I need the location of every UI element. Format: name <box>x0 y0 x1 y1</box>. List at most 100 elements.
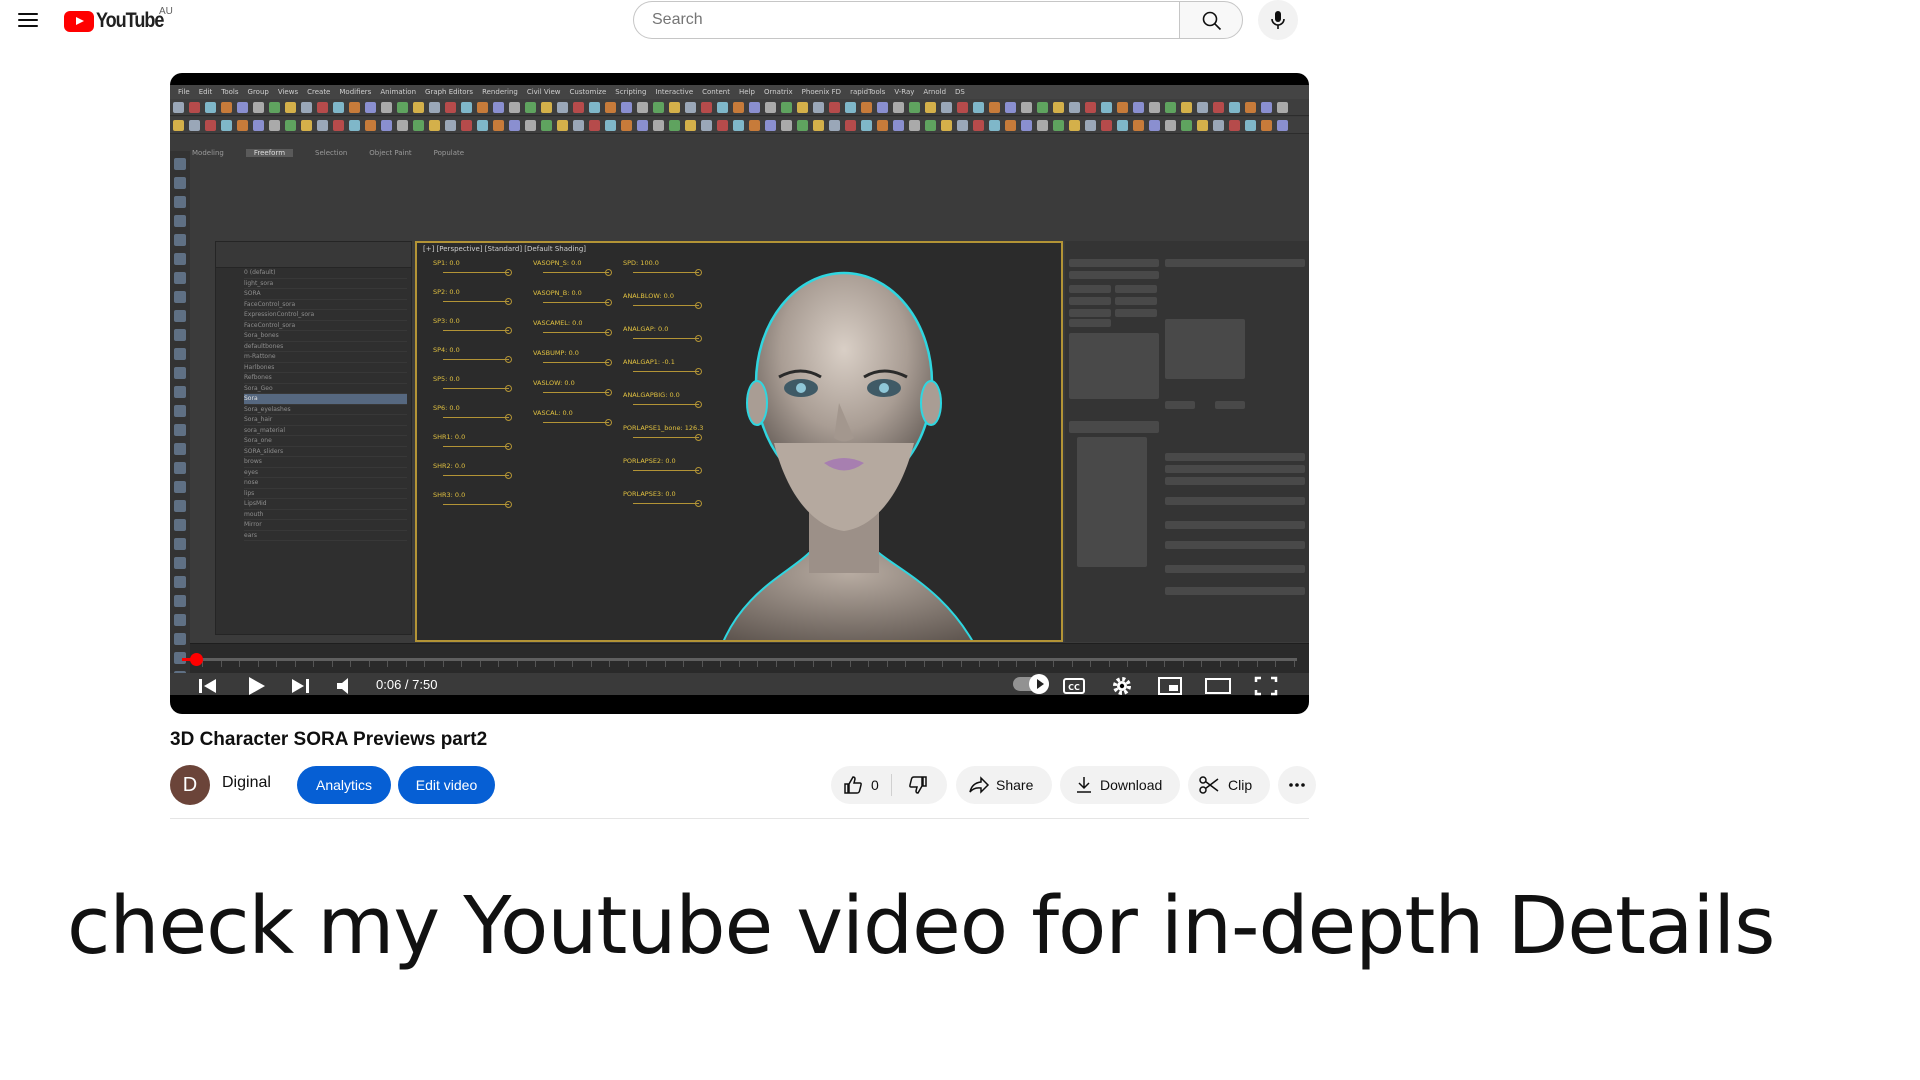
app-toolbar-icon <box>221 102 232 113</box>
more-actions-button[interactable] <box>1278 766 1316 804</box>
timeline-tick <box>794 661 795 667</box>
timeline-tick <box>720 661 721 667</box>
next-button[interactable] <box>286 670 314 702</box>
video-progress-bar[interactable] <box>182 658 1297 661</box>
scene-row: SORA <box>244 289 407 300</box>
morph-slider: SHR1: 0.0 <box>433 433 515 457</box>
app-toolbar-icon <box>1069 120 1080 131</box>
more-horizontal-icon <box>1289 783 1305 787</box>
timeline-tick <box>294 661 296 667</box>
search-icon <box>1202 11 1222 31</box>
timeline-tick <box>1219 661 1221 667</box>
search-button[interactable] <box>1179 1 1243 39</box>
scene-explorer-header <box>216 242 411 268</box>
fullscreen-button[interactable] <box>1252 670 1280 702</box>
subtitles-button[interactable]: CC <box>1060 670 1088 702</box>
closed-captions-icon: CC <box>1063 678 1085 694</box>
command-panel-control <box>1165 465 1305 473</box>
like-count: 0 <box>871 777 879 793</box>
command-panel-control <box>1077 437 1147 567</box>
character-head-render <box>722 271 974 640</box>
scene-row: m-Rattone <box>244 352 407 363</box>
app-toolbar-icon <box>1085 102 1096 113</box>
timeline-tick <box>627 661 629 667</box>
app-toolbar-2 <box>170 117 1309 134</box>
edit-video-button[interactable]: Edit video <box>398 766 495 804</box>
ribbon-tabs: Modeling Freeform Selection Object Paint Pop… <box>192 149 592 161</box>
morph-slider: VASCAL: 0.0 <box>533 409 615 433</box>
app-toolbar-icon <box>1053 120 1064 131</box>
app-toolbar-icon <box>397 120 408 131</box>
ribbon-tab: Freeform <box>245 149 294 157</box>
voice-search-button[interactable] <box>1258 0 1298 40</box>
app-toolbar-icon <box>797 102 808 113</box>
app-toolbar-icon <box>573 102 584 113</box>
app-toolbar-icon <box>701 102 712 113</box>
app-toolbar-icon <box>877 120 888 131</box>
app-toolbar-icon <box>253 102 264 113</box>
miniplayer-button[interactable] <box>1156 670 1184 702</box>
timeline-tick <box>257 661 259 667</box>
app-toolbar-icon <box>669 102 680 113</box>
morph-slider-label: SP3: 0.0 <box>433 317 460 325</box>
morph-slider-label: SP4: 0.0 <box>433 346 460 354</box>
app-toolbar-icon <box>621 120 632 131</box>
youtube-logo[interactable]: YouTube <box>64 9 174 33</box>
app-toolbar-icon <box>1085 120 1096 131</box>
app-toolbar-icon <box>429 102 440 113</box>
app-toolbar-icon <box>301 102 312 113</box>
app-menu-item: Ornatrix <box>763 88 793 96</box>
app-toolbar-icon <box>1277 120 1288 131</box>
share-button[interactable]: Share <box>956 766 1052 804</box>
search-input[interactable] <box>633 1 1179 39</box>
app-toolbar-icon <box>1101 120 1112 131</box>
app-toolbar-icon <box>189 102 200 113</box>
timeline-tick <box>831 661 832 667</box>
command-panel-control <box>1215 401 1245 409</box>
app-toolbar-icon <box>1149 102 1160 113</box>
app-toolbar-icon <box>1069 102 1080 113</box>
app-side-tool-icon <box>174 481 186 493</box>
ribbon-tab: Object Paint <box>369 149 412 157</box>
timeline-tick <box>1127 661 1128 667</box>
command-panel-control <box>1069 333 1159 399</box>
app-menu-item: Content <box>702 88 730 96</box>
play-button[interactable] <box>242 670 270 702</box>
timeline-tick <box>757 661 758 667</box>
app-toolbar-icon <box>285 102 296 113</box>
dislike-button[interactable] <box>892 766 947 804</box>
hamburger-menu-icon[interactable] <box>14 6 42 34</box>
app-toolbar-icon <box>445 102 456 113</box>
video-player[interactable]: File Edit Tools Group Views Create Modifiers An… <box>170 73 1309 714</box>
app-toolbar-icon <box>573 120 584 131</box>
app-toolbar-icon <box>925 120 936 131</box>
morph-slider-track <box>443 327 512 334</box>
app-toolbar-icon <box>173 102 184 113</box>
autoplay-toggle[interactable] <box>1013 674 1049 694</box>
clip-button[interactable]: Clip <box>1188 766 1270 804</box>
mute-button[interactable] <box>332 670 360 702</box>
app-toolbar-icon <box>1197 120 1208 131</box>
next-icon <box>292 679 309 693</box>
timeline-tick <box>960 661 962 667</box>
app-side-tool-icon <box>174 253 186 265</box>
timeline-tick <box>1034 661 1036 667</box>
app-toolbar-icon <box>893 120 904 131</box>
logo-text: YouTube <box>96 9 164 32</box>
settings-button[interactable] <box>1108 670 1136 702</box>
channel-avatar[interactable]: D <box>170 765 210 805</box>
app-toolbar-icon <box>317 120 328 131</box>
previous-button[interactable] <box>194 670 222 702</box>
app-toolbar-icon <box>1053 102 1064 113</box>
command-panel-control <box>1115 285 1157 293</box>
app-toolbar-icon <box>1021 120 1032 131</box>
morph-slider-label: VASBUMP: 0.0 <box>533 349 579 357</box>
download-button[interactable]: Download <box>1060 766 1180 804</box>
app-toolbar-icon <box>829 102 840 113</box>
analytics-button[interactable]: Analytics <box>297 766 391 804</box>
like-button[interactable]: 0 <box>831 766 891 804</box>
miniplayer-icon <box>1158 677 1182 695</box>
theater-mode-button[interactable] <box>1204 670 1232 702</box>
app-toolbar-icon <box>637 120 648 131</box>
channel-name[interactable]: Diginal <box>222 774 271 792</box>
